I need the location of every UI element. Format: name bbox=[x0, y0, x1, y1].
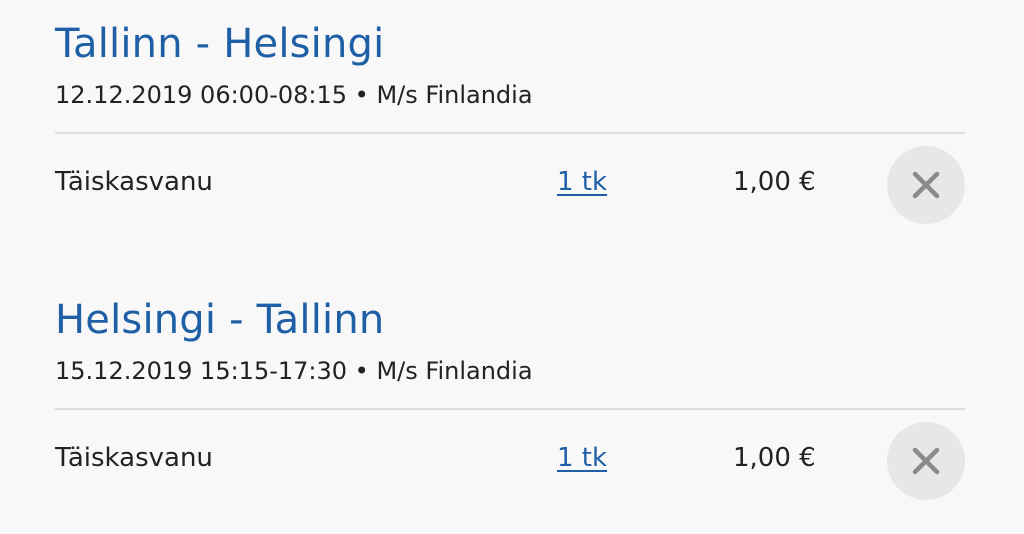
trip-card: Tallinn - Helsingi 12.12.2019 06:00-08:1… bbox=[55, 18, 965, 234]
ticket-price: 1,00 € bbox=[733, 443, 816, 473]
ship-name: M/s Finlandia bbox=[376, 357, 533, 385]
trip-date-time: 12.12.2019 06:00-08:15 bbox=[55, 81, 348, 109]
ticket-price: 1,00 € bbox=[733, 167, 816, 197]
remove-ticket-button[interactable] bbox=[887, 422, 965, 500]
remove-ticket-button[interactable] bbox=[887, 146, 965, 224]
details-separator: • bbox=[354, 81, 369, 109]
ticket-row: Täiskasvanu 1 tk 1,00 € bbox=[55, 410, 965, 510]
trip-card: Helsingi - Tallinn 15.12.2019 15:15-17:3… bbox=[55, 294, 965, 510]
details-separator: • bbox=[354, 357, 369, 385]
ticket-type: Täiskasvanu bbox=[55, 167, 213, 197]
quantity-link[interactable]: 1 tk bbox=[557, 164, 607, 200]
ship-name: M/s Finlandia bbox=[376, 81, 533, 109]
close-icon bbox=[912, 447, 940, 475]
route-title: Tallinn - Helsingi bbox=[55, 21, 385, 67]
quantity-link[interactable]: 1 tk bbox=[557, 440, 607, 476]
close-icon bbox=[912, 171, 940, 199]
ticket-row: Täiskasvanu 1 tk 1,00 € bbox=[55, 134, 965, 234]
trip-details: 12.12.2019 06:00-08:15 • M/s Finlandia bbox=[55, 78, 965, 112]
trip-date-time: 15.12.2019 15:15-17:30 bbox=[55, 357, 348, 385]
trip-details: 15.12.2019 15:15-17:30 • M/s Finlandia bbox=[55, 354, 965, 388]
ticket-type: Täiskasvanu bbox=[55, 443, 213, 473]
route-title: Helsingi - Tallinn bbox=[55, 297, 385, 343]
